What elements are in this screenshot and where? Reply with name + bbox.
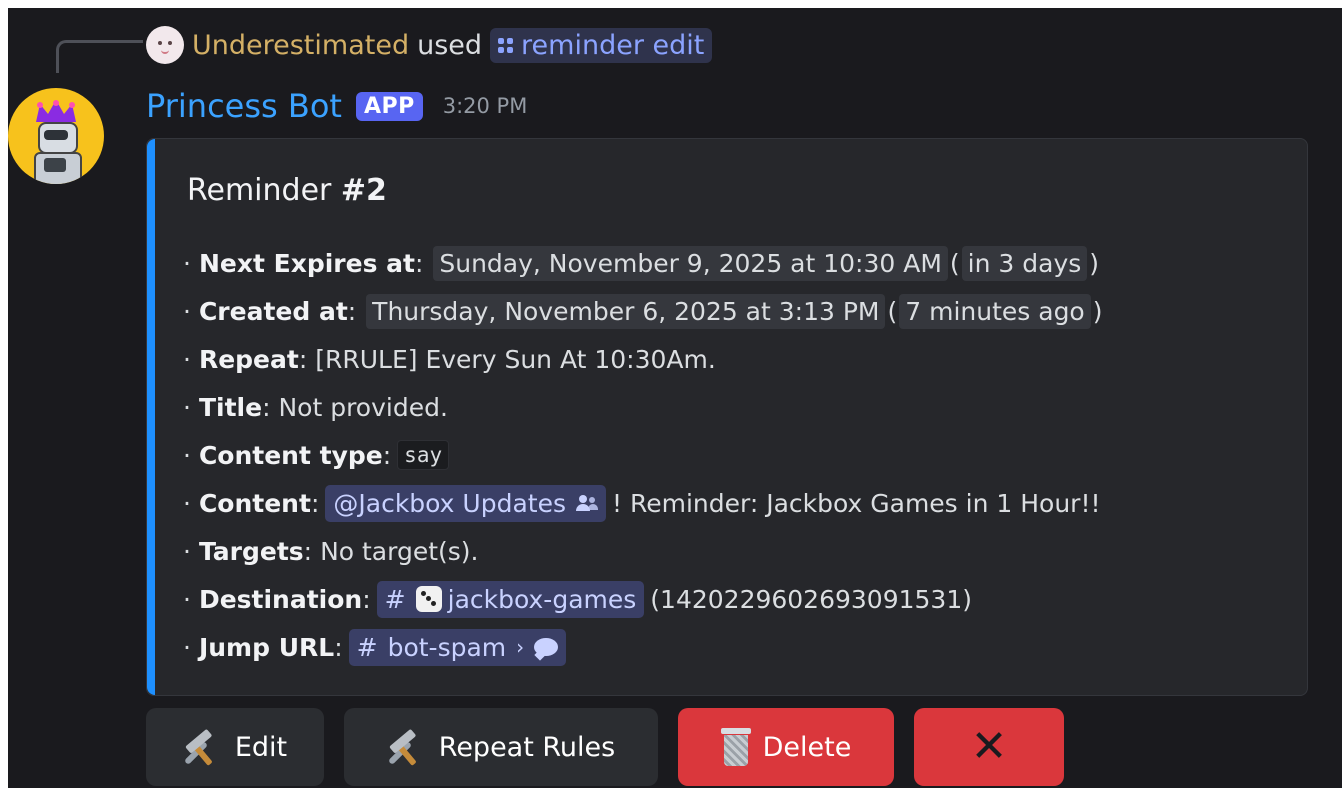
embed-title: Reminder #2 [187,173,387,208]
bullet: · [183,584,191,614]
colon: : [303,536,313,566]
bullet: · [183,392,191,422]
slash-command-name: reminder edit [521,29,705,61]
embed-title-number: #2 [340,173,387,208]
robot-screen [44,158,66,172]
hammer-wrench-icon [183,727,223,767]
open-paren: ( [887,296,898,326]
bullet: · [183,632,191,662]
jump-url-link[interactable]: # bot-spam › [348,628,567,666]
close-paren: ) [1092,296,1103,326]
reply-used-text: used [417,29,483,61]
app-badge: APP [355,91,423,121]
people-icon [576,495,598,511]
bullet: · [183,536,191,566]
role-mention-label: @Jackbox Updates [333,488,566,518]
field-label: Jump URL [198,632,335,662]
field-targets: · Targets: No target(s). [183,527,1287,575]
field-value: Not provided. [278,392,448,422]
close-icon: ✕ [970,721,1008,772]
embed-title-prefix: Reminder [187,173,341,208]
message-header: Princess Bot APP 3:20 PM [146,84,527,128]
field-jump-url: · Jump URL: # bot-spam › [183,623,1287,671]
field-label: Destination [198,584,363,614]
message-timestamp[interactable]: 3:20 PM [443,94,528,118]
inline-code: say [397,440,450,470]
field-label: Content [198,488,311,518]
colon: : [262,392,271,422]
delete-button-label: Delete [762,731,852,763]
hash-icon: # [384,584,406,614]
robot-eyes [44,130,68,140]
bullet: · [183,440,191,470]
field-repeat: · Repeat: [RRULE] Every Sun At 10:30Am. [183,335,1287,383]
slash-command-pill[interactable]: reminder edit [490,27,713,63]
chevron-right-icon: › [516,635,525,659]
hash-icon: # [356,632,378,662]
field-destination: · Destination: # jackbox-games (14202296… [183,575,1287,623]
edit-button-label: Edit [234,731,288,763]
message-frame: Underestimated used reminder edit Prince… [8,8,1342,788]
colon: : [414,248,424,278]
reply-avatar[interactable] [146,26,184,64]
timestamp-value[interactable]: Thursday, November 6, 2025 at 3:13 PM [366,293,886,329]
colon: : [382,440,392,470]
channel-name: jackbox-games [447,584,637,614]
field-label: Repeat [198,344,299,374]
bullet: · [183,296,191,326]
delete-button[interactable]: Delete [678,708,894,786]
crown-icon [36,100,76,122]
bullet: · [183,488,191,518]
field-label: Targets [198,536,304,566]
close-button[interactable]: ✕ [914,708,1064,786]
action-row: Edit Repeat Rules Delete ✕ [146,708,1064,786]
colon: : [298,344,308,374]
role-mention[interactable]: @Jackbox Updates [325,484,606,522]
reminder-embed: Reminder #2 · Next Expires at: Sunday, N… [146,138,1308,696]
channel-id: (1420229602693091531) [650,584,972,614]
bot-avatar[interactable] [8,88,104,184]
colon: : [334,632,343,662]
field-label: Created at [198,296,348,326]
message-bubble-icon [534,638,559,656]
command-icon [498,37,514,53]
field-created-at: · Created at: Thursday, November 6, 2025… [183,287,1287,335]
hammer-wrench-icon [387,727,427,767]
colon: : [310,488,320,518]
reply-username[interactable]: Underestimated [192,30,409,61]
repeat-rules-button-label: Repeat Rules [438,731,616,763]
field-title: · Title: Not provided. [183,383,1287,431]
bullet: · [183,248,191,278]
embed-field-list: · Next Expires at: Sunday, November 9, 2… [183,239,1287,671]
close-paren: ) [1089,248,1100,278]
repeat-rules-button[interactable]: Repeat Rules [344,708,658,786]
relative-timestamp[interactable]: in 3 days [961,245,1088,281]
channel-name: bot-spam [387,632,507,662]
field-label: Content type [198,440,383,470]
author-name[interactable]: Princess Bot [146,87,342,125]
edit-button[interactable]: Edit [146,708,324,786]
field-content: · Content: @Jackbox Updates ! Reminder: … [183,479,1287,527]
embed-accent-bar [147,139,155,695]
field-next-expires: · Next Expires at: Sunday, November 9, 2… [183,239,1287,287]
field-label: Title [198,392,263,422]
reply-connector-line [56,40,143,73]
colon: : [362,584,371,614]
field-value: ! Reminder: Jackbox Games in 1 Hour!! [612,488,1101,518]
wastebasket-icon [720,728,751,766]
field-content-type: · Content type: say [183,431,1287,479]
field-label: Next Expires at [198,248,415,278]
dice-icon [415,586,442,612]
reply-context[interactable]: Underestimated used reminder edit [146,22,713,68]
open-paren: ( [949,248,960,278]
timestamp-value[interactable]: Sunday, November 9, 2025 at 10:30 AM [433,245,948,281]
field-value: [RRULE] Every Sun At 10:30Am. [315,344,716,374]
channel-mention-destination[interactable]: # jackbox-games [376,580,645,618]
bullet: · [183,344,191,374]
colon: : [347,296,357,326]
field-value: No target(s). [320,536,479,566]
relative-timestamp[interactable]: 7 minutes ago [899,293,1091,329]
